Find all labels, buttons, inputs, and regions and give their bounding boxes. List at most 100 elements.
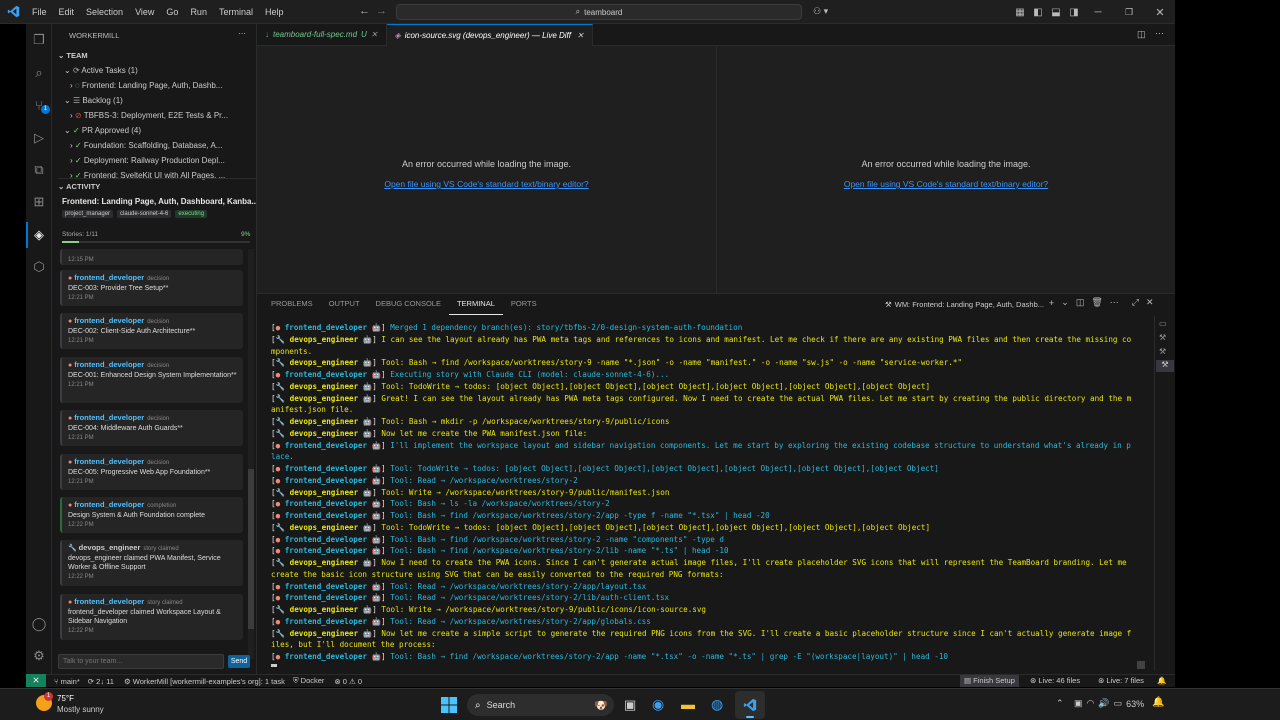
notifications-bell-icon[interactable]: 🔔	[1157, 675, 1166, 687]
back-arrow-icon[interactable]: ←	[359, 5, 370, 17]
tab-problems[interactable]: PROBLEMS	[263, 294, 321, 314]
manage-gear-icon[interactable]: ⚙	[31, 648, 47, 664]
menu-run[interactable]: Run	[184, 0, 213, 24]
menu-view[interactable]: View	[129, 0, 160, 24]
minimize-icon[interactable]: ─	[1091, 5, 1105, 19]
workermill-status[interactable]: ⚙ WorkerMill [workermill-examples's org]…	[124, 677, 285, 686]
tab-debug-console[interactable]: DEBUG CONSOLE	[368, 294, 449, 314]
app-icon[interactable]: ◍	[711, 696, 723, 713]
menu-edit[interactable]: Edit	[53, 0, 81, 24]
edge-browser-icon[interactable]: ◉	[652, 696, 664, 713]
toggle-secondary-sidebar-icon[interactable]: ◨	[1067, 5, 1081, 19]
team-chat-input[interactable]	[58, 654, 224, 669]
terminal-list-icon[interactable]: ⚒	[1159, 347, 1166, 356]
tray-app-icon[interactable]: ▣	[1074, 698, 1083, 709]
terminal-selector[interactable]: ⚒ WM: Frontend: Landing Page, Auth, Dash…	[885, 298, 1044, 310]
vscode-taskbar-button[interactable]	[735, 691, 765, 719]
pr-item[interactable]: › ✓ Deployment: Railway Production Depl.…	[58, 153, 256, 168]
tab-ports[interactable]: PORTS	[503, 294, 545, 314]
copilot-icon[interactable]: ⚇ ▾	[813, 4, 841, 19]
feed-scrollbar-thumb[interactable]	[248, 469, 254, 629]
explorer-icon[interactable]: ❐	[31, 32, 47, 48]
activity-card[interactable]: ● frontend_developer decision DEC-002: Cli…	[60, 313, 243, 349]
activity-card[interactable]: ● frontend_developer decision DEC-005: Pro…	[60, 454, 243, 490]
trash-icon[interactable]: 🗑	[1091, 297, 1102, 308]
backlog-group[interactable]: ⌄ ☰ Backlog (1)	[58, 93, 256, 108]
docker-status[interactable]: ⛨ Docker	[293, 676, 324, 686]
close-tab-icon[interactable]: ✕	[371, 30, 378, 39]
split-terminal-icon[interactable]: ◫	[1076, 297, 1085, 308]
search-icon[interactable]: ⌕	[31, 65, 47, 81]
terminal-output[interactable]: [● frontend_developer 🤖] Merged 1 depend…	[271, 322, 1133, 667]
file-explorer-icon[interactable]: ▬	[681, 696, 695, 712]
activity-card[interactable]: ● frontend_developer decision DEC-001: Enh…	[60, 357, 243, 403]
active-tasks-group[interactable]: ⌄ ⟳ Active Tasks (1)	[58, 63, 256, 78]
more-actions-icon[interactable]: ⋯	[238, 29, 246, 38]
menu-terminal[interactable]: Terminal	[213, 0, 259, 24]
account-icon[interactable]: ◯	[31, 616, 47, 632]
notification-bell-icon[interactable]: 🔔	[1152, 697, 1164, 708]
terminal-list-icon[interactable]: ⚒	[1159, 333, 1166, 342]
send-button[interactable]: Send	[228, 655, 250, 668]
run-debug-icon[interactable]: ▷	[31, 130, 47, 146]
terminal-scrollbar-thumb[interactable]	[1137, 661, 1145, 669]
command-center-search[interactable]: ⌕ teamboard	[396, 4, 802, 20]
sync-status[interactable]: ⟳ 2↓ 11	[88, 677, 114, 686]
customize-layout-icon[interactable]: ▦	[1013, 5, 1027, 19]
close-panel-icon[interactable]: ✕	[1146, 297, 1154, 308]
activity-section-header[interactable]: ⌄ ACTIVITY	[58, 178, 256, 193]
terminal-list-icon[interactable]: ▭	[1159, 319, 1167, 328]
branch-status[interactable]: ⑂ main*	[54, 677, 80, 686]
tab-icon-source-diff[interactable]: ◈ icon-source.svg (devops_engineer) — Li…	[386, 23, 593, 46]
backlog-item[interactable]: › ⊘ TBFBS-3: Deployment, E2E Tests & Pr.…	[58, 108, 256, 123]
maximize-panel-icon[interactable]: ⤢	[1132, 297, 1139, 308]
activity-card[interactable]: ● frontend_developer decision DEC-003: Pro…	[60, 270, 243, 306]
terminal-dropdown-icon[interactable]: ⌄	[1061, 297, 1069, 308]
remote-explorer-icon[interactable]: ⧉	[31, 162, 47, 178]
active-task-item[interactable]: › ◌ Frontend: Landing Page, Auth, Dashb.…	[58, 78, 256, 93]
panel-more-icon[interactable]: ⋯	[1110, 297, 1119, 308]
open-text-editor-link[interactable]: Open file using VS Code's standard text/…	[257, 179, 716, 189]
team-chat-field[interactable]	[59, 655, 223, 668]
close-window-icon[interactable]: ✕	[1153, 5, 1167, 19]
menu-selection[interactable]: Selection	[80, 0, 129, 24]
pr-approved-group[interactable]: ⌄ ✓ PR Approved (4)	[58, 123, 256, 138]
docker-icon[interactable]: ⬡	[31, 259, 47, 275]
toggle-sidebar-icon[interactable]: ◧	[1031, 5, 1045, 19]
open-text-editor-link[interactable]: Open file using VS Code's standard text/…	[717, 179, 1175, 189]
team-section-header[interactable]: ⌄ TEAM	[58, 48, 256, 63]
tab-output[interactable]: OUTPUT	[321, 294, 368, 314]
tray-chevron-icon[interactable]: ⌃	[1056, 698, 1064, 709]
live-files-status[interactable]: ⊛ Live: 46 files	[1030, 675, 1080, 687]
forward-arrow-icon[interactable]: →	[376, 5, 387, 17]
taskbar-search[interactable]: ⌕ Search 🐶	[467, 694, 614, 716]
battery-icon[interactable]: ▭	[1114, 698, 1123, 709]
activity-card[interactable]: 🔧 devops_engineer story claimed devops_eng…	[60, 540, 243, 586]
task-view-icon[interactable]: ▣	[624, 697, 636, 713]
pr-item[interactable]: › ✓ Foundation: Scaffolding, Database, A…	[58, 138, 256, 153]
activity-card[interactable]: ● frontend_developer story claimed fronten…	[60, 594, 243, 640]
activity-card[interactable]: ● frontend_developer decision DEC-004: Mid…	[60, 410, 243, 446]
editor-more-icon[interactable]: ⋯	[1155, 28, 1164, 39]
new-terminal-icon[interactable]: +	[1049, 298, 1054, 308]
remote-indicator-icon[interactable]: ⨯	[26, 674, 46, 687]
terminal-scrollbar[interactable]	[1137, 324, 1145, 669]
menu-go[interactable]: Go	[160, 0, 184, 24]
workermill-icon[interactable]: ◈	[31, 227, 47, 243]
terminal-list-icon-active[interactable]: ⚒	[1156, 360, 1174, 372]
menu-help[interactable]: Help	[259, 0, 290, 24]
close-tab-icon[interactable]: ✕	[577, 31, 584, 40]
menu-file[interactable]: File	[26, 0, 53, 24]
tab-teamboard-spec[interactable]: ↓ teamboard-full-spec.md U ✕	[257, 23, 387, 46]
extensions-icon[interactable]: ⊞	[31, 194, 47, 210]
feed-scrollbar[interactable]	[248, 249, 254, 659]
volume-icon[interactable]: 🔊	[1098, 698, 1109, 709]
toggle-panel-icon[interactable]: ⬓	[1049, 5, 1063, 19]
live-files-status-2[interactable]: ⊛ Live: 7 files	[1098, 675, 1144, 687]
maximize-icon[interactable]: ❐	[1122, 5, 1136, 19]
tab-terminal[interactable]: TERMINAL	[448, 294, 503, 315]
wifi-icon[interactable]: ◠	[1087, 698, 1095, 709]
split-editor-icon[interactable]: ◫	[1137, 29, 1146, 40]
finish-setup-button[interactable]: ▤ Finish Setup	[960, 675, 1019, 687]
activity-card[interactable]: ● frontend_developer completion Design Sys…	[60, 497, 243, 533]
